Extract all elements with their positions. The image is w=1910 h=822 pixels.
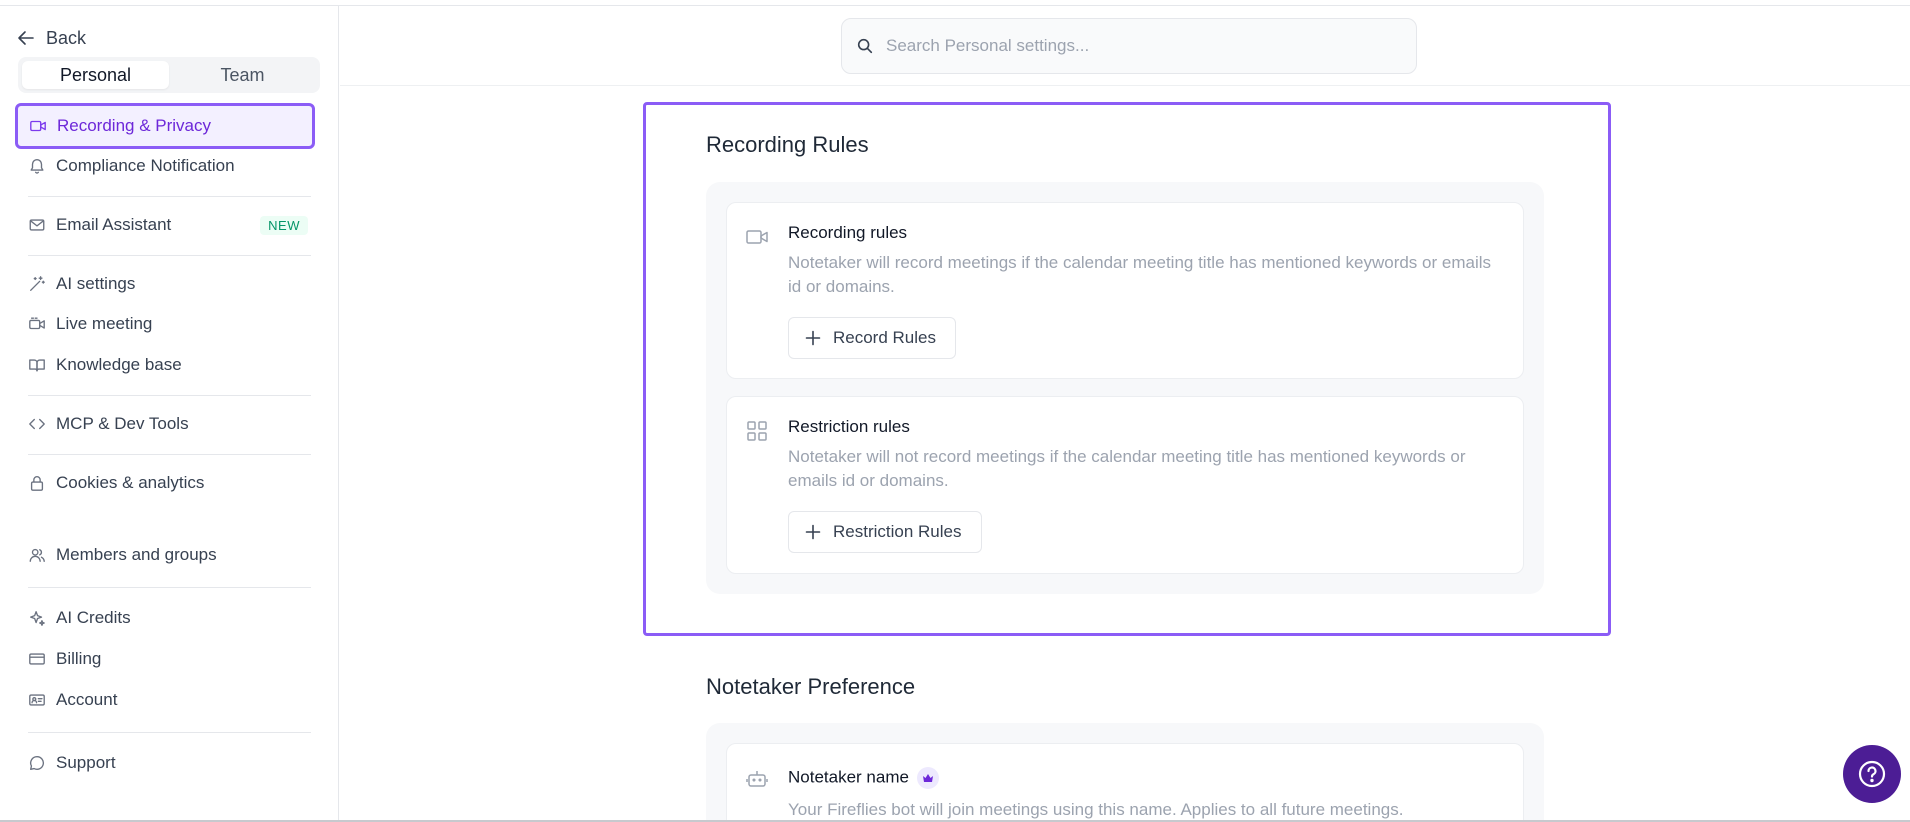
magic-wand-icon (30, 276, 45, 291)
notetaker-name-label: Notetaker name (788, 767, 909, 787)
sidebar-divider (28, 732, 311, 733)
crown-icon (916, 767, 939, 789)
settings-sidebar: Back Personal Team Recording & Privacy C… (0, 6, 339, 820)
recording-rules-card: Recording rules Notetaker will record me… (726, 202, 1524, 379)
sidebar-item-label: MCP & Dev Tools (56, 414, 189, 433)
restriction-rules-description: Notetaker will not record meetings if th… (788, 447, 1466, 490)
scope-toggle: Personal Team (18, 57, 320, 93)
search-icon (857, 38, 873, 54)
plus-icon (805, 524, 821, 540)
new-badge: NEW (260, 215, 308, 235)
live-video-icon (29, 317, 45, 330)
search-input[interactable] (886, 36, 1386, 56)
sidebar-divider (28, 454, 311, 455)
notetaker-name-heading: Notetaker name (788, 767, 939, 789)
video-camera-icon (30, 120, 46, 132)
sidebar-item-ai-credits[interactable]: AI Credits (18, 600, 314, 636)
sidebar-item-label: AI settings (56, 274, 136, 293)
settings-search (841, 18, 1417, 74)
sidebar-item-label: Email Assistant (56, 215, 172, 234)
sidebar-item-account[interactable]: Account (18, 682, 314, 718)
back-label: Back (46, 27, 87, 48)
sidebar-divider (28, 196, 311, 197)
question-circle-icon (1858, 760, 1886, 788)
sidebar-item-label: Live meeting (56, 314, 153, 333)
sidebar-divider (28, 255, 311, 256)
sidebar-item-mcp-dev-tools[interactable]: MCP & Dev Tools (18, 406, 314, 442)
toggle-team[interactable]: Team (169, 61, 316, 89)
sidebar-item-knowledge-base[interactable]: Knowledge base (18, 347, 314, 383)
sidebar-item-support[interactable]: Support (18, 745, 314, 781)
notetaker-preference-title: Notetaker Preference (706, 674, 916, 699)
sidebar-item-live-meeting[interactable]: Live meeting (18, 306, 314, 342)
sparkles-icon (30, 611, 45, 626)
sidebar-divider (28, 587, 311, 588)
restriction-rules-card: Restriction rules Notetaker will not rec… (726, 396, 1524, 574)
sidebar-item-label: Support (56, 753, 116, 772)
grid-icon (747, 421, 767, 441)
arrow-left-icon (18, 31, 34, 45)
restriction-rules-heading: Restriction rules (788, 417, 910, 436)
sidebar-item-billing[interactable]: Billing (18, 641, 314, 677)
notetaker-name-card: Notetaker name Your Fireflies bot will j… (726, 743, 1524, 822)
bell-icon (30, 159, 44, 174)
sidebar-item-label: Billing (56, 649, 102, 668)
sidebar-item-label: Account (56, 690, 118, 709)
sidebar-item-ai-settings[interactable]: AI settings (18, 266, 314, 302)
robot-icon (746, 771, 768, 787)
sidebar-divider (28, 395, 311, 396)
sidebar-item-label: Compliance Notification (56, 156, 235, 175)
sidebar-item-label: Recording & Privacy (57, 116, 212, 135)
mail-icon (29, 219, 45, 231)
sidebar-item-cookies-analytics[interactable]: Cookies & analytics (18, 465, 314, 501)
sidebar-item-label: Knowledge base (56, 355, 182, 374)
chat-bubble-icon (30, 756, 44, 770)
sidebar-item-label: Members and groups (56, 545, 217, 564)
sidebar-item-members-groups[interactable]: Members and groups (18, 537, 314, 573)
toggle-personal[interactable]: Personal (22, 61, 169, 89)
id-card-icon (29, 694, 45, 706)
help-button[interactable] (1843, 745, 1901, 803)
recording-rules-description: Notetaker will record meetings if the ca… (788, 253, 1491, 296)
code-brackets-icon (29, 418, 45, 430)
button-label: Restriction Rules (833, 522, 962, 541)
button-label: Record Rules (833, 328, 936, 347)
sidebar-item-recording-privacy[interactable]: Recording & Privacy (15, 103, 315, 149)
notetaker-preference-group: Notetaker name Your Fireflies bot will j… (706, 723, 1544, 822)
recording-rules-group: Recording rules Notetaker will record me… (706, 182, 1544, 594)
notetaker-name-description: Your Fireflies bot will join meetings us… (788, 800, 1404, 819)
sidebar-item-label: AI Credits (56, 608, 131, 627)
recording-rules-title: Recording Rules (706, 132, 869, 157)
book-open-icon (29, 359, 45, 372)
users-icon (29, 548, 45, 562)
plus-icon (805, 330, 821, 346)
video-camera-icon (746, 230, 768, 244)
add-restriction-rules-button[interactable]: Restriction Rules (788, 511, 982, 553)
header-divider (340, 85, 1910, 86)
recording-rules-heading: Recording rules (788, 223, 908, 242)
sidebar-item-email-assistant[interactable]: Email Assistant NEW (18, 207, 314, 243)
sidebar-item-compliance[interactable]: Compliance Notification (18, 148, 314, 184)
back-button[interactable]: Back (16, 22, 86, 54)
sidebar-item-label: Cookies & analytics (56, 473, 205, 492)
credit-card-icon (29, 653, 45, 665)
add-record-rules-button[interactable]: Record Rules (788, 317, 956, 359)
lock-icon (30, 476, 44, 491)
